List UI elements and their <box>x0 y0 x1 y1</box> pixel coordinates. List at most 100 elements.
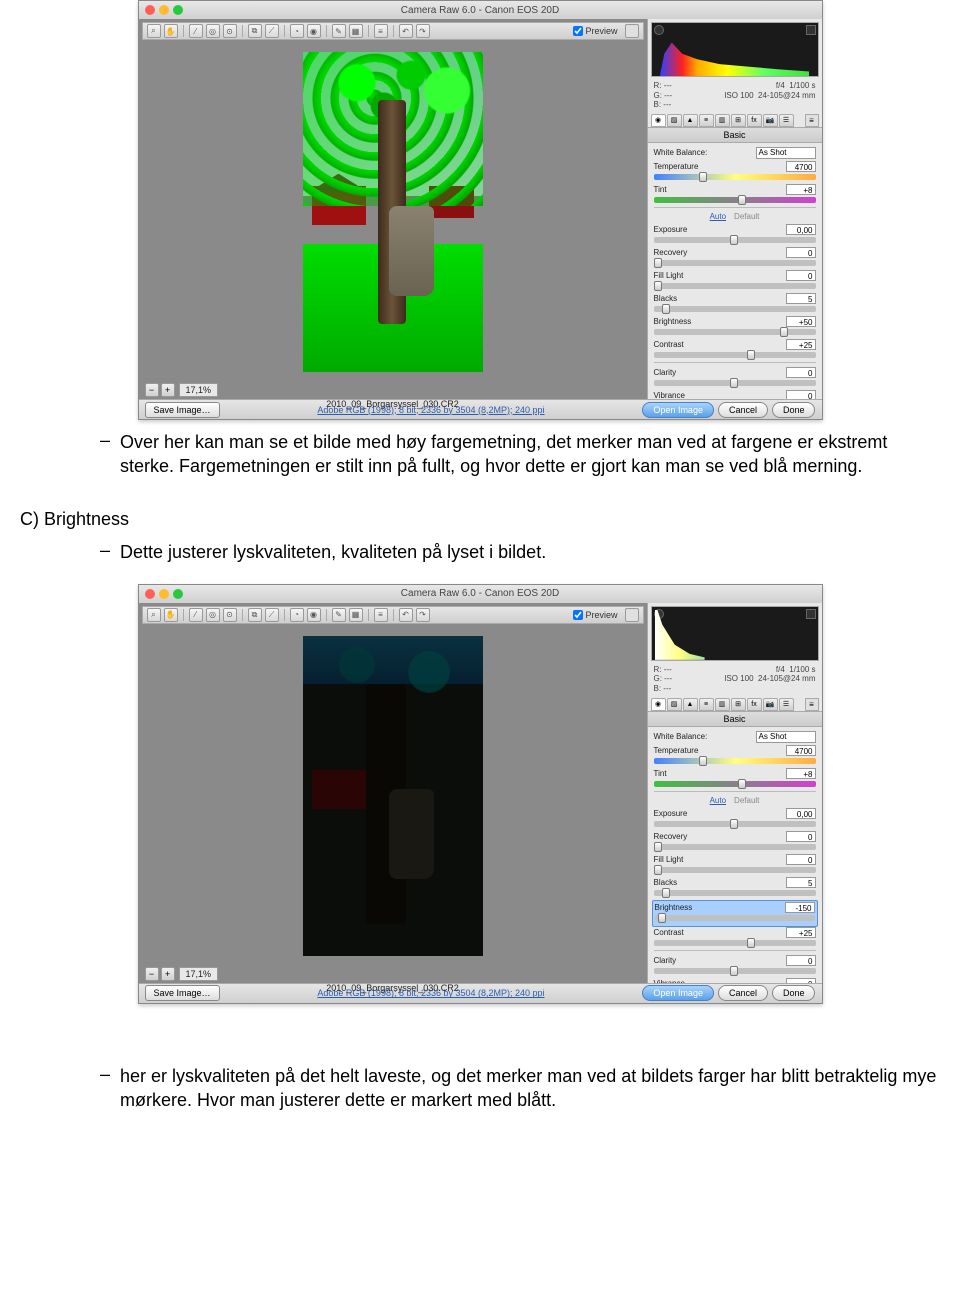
temperature-slider[interactable] <box>654 174 816 180</box>
crop-tool-icon[interactable]: ⧉ <box>248 24 262 38</box>
prefs-icon[interactable]: ≡ <box>374 24 388 38</box>
histogram[interactable] <box>651 606 819 661</box>
fullscreen-icon[interactable] <box>625 608 639 622</box>
zoom-tool-icon[interactable]: ⌕ <box>147 24 161 38</box>
spot-tool-icon[interactable]: ◔ <box>290 24 304 38</box>
recovery-slider[interactable] <box>654 844 816 850</box>
graduated-filter-icon[interactable]: ▦ <box>349 608 363 622</box>
rotate-ccw-icon[interactable]: ↶ <box>399 24 413 38</box>
tab-lens[interactable]: ⊞ <box>731 698 746 711</box>
tab-camera[interactable]: 📷 <box>763 114 778 127</box>
zoom-tool-icon[interactable]: ⌕ <box>147 608 161 622</box>
zoom-out-button[interactable]: − <box>145 383 159 397</box>
target-adjust-icon[interactable]: ⊙ <box>223 24 237 38</box>
blacks-slider[interactable] <box>654 890 816 896</box>
graduated-filter-icon[interactable]: ▦ <box>349 24 363 38</box>
hand-tool-icon[interactable]: ✋ <box>164 24 178 38</box>
zoom-icon[interactable] <box>173 589 183 599</box>
panel-menu-icon[interactable]: ≡ <box>805 698 819 711</box>
wb-tool-icon[interactable]: ⁄ <box>189 608 203 622</box>
clarity-slider[interactable] <box>654 380 816 386</box>
wb-select[interactable]: As Shot <box>756 147 816 159</box>
redeye-tool-icon[interactable]: ◉ <box>307 24 321 38</box>
brightness-value[interactable]: +50 <box>786 316 816 327</box>
adjustment-brush-icon[interactable]: ✎ <box>332 24 346 38</box>
rotate-cw-icon[interactable]: ↷ <box>416 24 430 38</box>
cancel-button[interactable]: Cancel <box>718 402 768 418</box>
tab-basic[interactable]: ◉ <box>651 114 666 127</box>
contrast-slider[interactable] <box>654 352 816 358</box>
brightness-slider[interactable] <box>654 329 816 335</box>
panel-menu-icon[interactable]: ≡ <box>805 114 819 127</box>
zoom-percent[interactable]: 17,1% <box>179 967 219 981</box>
tab-hsl[interactable]: ≡ <box>699 114 714 127</box>
zoom-in-button[interactable]: + <box>161 383 175 397</box>
contrast-slider[interactable] <box>654 940 816 946</box>
crop-tool-icon[interactable]: ⧉ <box>248 608 262 622</box>
vibrance-value[interactable]: 0 <box>786 978 816 983</box>
exposure-slider[interactable] <box>654 821 816 827</box>
blacks-slider[interactable] <box>654 306 816 312</box>
color-sampler-icon[interactable]: ◎ <box>206 24 220 38</box>
tab-curve[interactable]: ▨ <box>667 114 682 127</box>
done-button[interactable]: Done <box>772 402 816 418</box>
tab-detail[interactable]: ▲ <box>683 114 698 127</box>
exposure-value[interactable]: 0,00 <box>786 224 816 235</box>
tint-slider[interactable] <box>654 781 816 787</box>
preview-checkbox[interactable] <box>573 610 583 620</box>
tab-lens[interactable]: ⊞ <box>731 114 746 127</box>
tab-basic[interactable]: ◉ <box>651 698 666 711</box>
histogram[interactable] <box>651 22 819 77</box>
clarity-slider[interactable] <box>654 968 816 974</box>
tab-curve[interactable]: ▨ <box>667 698 682 711</box>
contrast-value[interactable]: +25 <box>786 927 816 938</box>
minimize-icon[interactable] <box>159 5 169 15</box>
temperature-value[interactable]: 4700 <box>786 745 816 756</box>
tab-detail[interactable]: ▲ <box>683 698 698 711</box>
contrast-value[interactable]: +25 <box>786 339 816 350</box>
tab-presets[interactable]: ☰ <box>779 114 794 127</box>
open-image-button[interactable]: Open Image <box>642 402 714 418</box>
open-image-button[interactable]: Open Image <box>642 985 714 1001</box>
adjustment-brush-icon[interactable]: ✎ <box>332 608 346 622</box>
target-adjust-icon[interactable]: ⊙ <box>223 608 237 622</box>
tint-value[interactable]: +8 <box>786 184 816 195</box>
auto-link[interactable]: Auto <box>710 212 726 221</box>
done-button[interactable]: Done <box>772 985 816 1001</box>
wb-select[interactable]: As Shot <box>756 731 816 743</box>
tab-hsl[interactable]: ≡ <box>699 698 714 711</box>
default-link[interactable]: Default <box>734 212 759 221</box>
recovery-value[interactable]: 0 <box>786 831 816 842</box>
default-link[interactable]: Default <box>734 796 759 805</box>
zoom-out-button[interactable]: − <box>145 967 159 981</box>
prefs-icon[interactable]: ≡ <box>374 608 388 622</box>
zoom-in-button[interactable]: + <box>161 967 175 981</box>
image-canvas[interactable] <box>139 627 647 965</box>
brightness-slider[interactable] <box>655 915 815 921</box>
straighten-tool-icon[interactable]: ⟋ <box>265 24 279 38</box>
preview-checkbox[interactable] <box>573 26 583 36</box>
brightness-value[interactable]: -150 <box>785 902 815 913</box>
filllight-slider[interactable] <box>654 867 816 873</box>
zoom-percent[interactable]: 17,1% <box>179 383 219 397</box>
auto-link[interactable]: Auto <box>710 796 726 805</box>
zoom-icon[interactable] <box>173 5 183 15</box>
redeye-tool-icon[interactable]: ◉ <box>307 608 321 622</box>
filllight-slider[interactable] <box>654 283 816 289</box>
blacks-value[interactable]: 5 <box>786 293 816 304</box>
tab-split[interactable]: ▥ <box>715 698 730 711</box>
tab-presets[interactable]: ☰ <box>779 698 794 711</box>
filllight-value[interactable]: 0 <box>786 854 816 865</box>
filllight-value[interactable]: 0 <box>786 270 816 281</box>
rotate-cw-icon[interactable]: ↷ <box>416 608 430 622</box>
blacks-value[interactable]: 5 <box>786 877 816 888</box>
tab-split[interactable]: ▥ <box>715 114 730 127</box>
temperature-slider[interactable] <box>654 758 816 764</box>
minimize-icon[interactable] <box>159 589 169 599</box>
straighten-tool-icon[interactable]: ⟋ <box>265 608 279 622</box>
wb-tool-icon[interactable]: ⁄ <box>189 24 203 38</box>
close-icon[interactable] <box>145 5 155 15</box>
tint-value[interactable]: +8 <box>786 768 816 779</box>
save-image-button[interactable]: Save Image… <box>145 985 220 1001</box>
close-icon[interactable] <box>145 589 155 599</box>
